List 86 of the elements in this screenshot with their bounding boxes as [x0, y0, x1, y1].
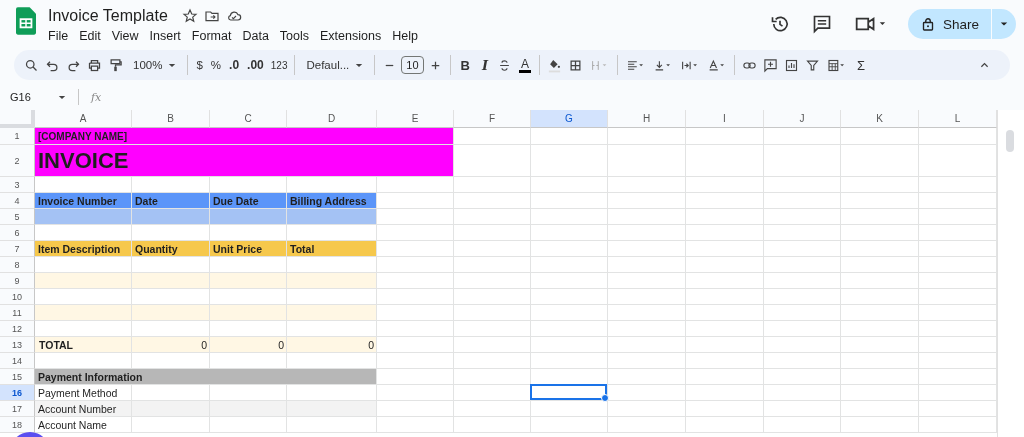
filter-icon[interactable]: [805, 57, 821, 73]
caret-icon: [168, 62, 177, 68]
font-dropdown[interactable]: Defaul...: [300, 59, 370, 71]
font-size-field[interactable]: 10: [401, 56, 424, 74]
company-name: [COMPANY NAME]: [38, 130, 128, 142]
row-header[interactable]: 10: [0, 289, 35, 305]
caret-icon: [355, 62, 364, 68]
menu-item[interactable]: File: [48, 28, 69, 44]
menu-item[interactable]: Edit: [79, 28, 101, 44]
increase-decimal-button[interactable]: .00: [244, 58, 267, 72]
table-cell: Quantity: [132, 241, 210, 257]
star-icon[interactable]: [181, 8, 198, 24]
currency-button[interactable]: $: [193, 59, 206, 71]
row-header[interactable]: 2: [0, 145, 35, 177]
table-cell: Payment Method: [35, 385, 132, 401]
borders-icon[interactable]: [568, 57, 584, 73]
row-header[interactable]: 15: [0, 369, 35, 385]
section-heading: Payment Information: [38, 370, 143, 383]
row-header[interactable]: 4: [0, 193, 35, 209]
menu-item[interactable]: Data: [242, 28, 269, 44]
caret-icon: [58, 94, 66, 100]
column-header[interactable]: I: [686, 110, 764, 128]
menu-item[interactable]: View: [111, 28, 139, 44]
row-header[interactable]: 11: [0, 305, 35, 321]
table-cell: 0: [287, 337, 377, 353]
bold-button[interactable]: B: [455, 57, 475, 73]
percent-button[interactable]: %: [207, 59, 225, 71]
menu-item[interactable]: Extensions: [320, 28, 382, 44]
table-cell: Item Description: [35, 241, 132, 257]
table-cell: Unit Price: [210, 241, 287, 257]
column-header[interactable]: H: [608, 110, 686, 128]
paint-format-icon[interactable]: [108, 57, 123, 73]
insert-comment-icon[interactable]: [763, 57, 779, 73]
fill-color-icon[interactable]: [547, 57, 563, 73]
strikethrough-icon[interactable]: [497, 57, 512, 73]
print-icon[interactable]: [87, 57, 102, 73]
table-cell: 0: [210, 337, 287, 353]
formula-icon: fx: [91, 90, 102, 104]
column-header[interactable]: J: [764, 110, 841, 128]
table-cell: Invoice Number: [35, 193, 132, 209]
invoice-heading: INVOICE: [38, 147, 129, 174]
share-button[interactable]: Share: [907, 9, 1016, 39]
row-header[interactable]: 17: [0, 401, 35, 417]
number-format-button[interactable]: 123: [268, 59, 290, 71]
row-header[interactable]: 1: [0, 128, 35, 145]
table-cell: Billing Address: [287, 193, 377, 209]
search-icon[interactable]: [24, 57, 39, 73]
row-header[interactable]: 16: [0, 385, 35, 401]
selected-cell[interactable]: [531, 385, 608, 401]
row-header[interactable]: 18: [0, 417, 35, 433]
row-header[interactable]: 3: [0, 177, 35, 193]
menu-item[interactable]: Help: [392, 28, 418, 44]
chart-icon[interactable]: [784, 57, 800, 73]
menu-item[interactable]: Insert: [149, 28, 181, 44]
row-header[interactable]: 8: [0, 257, 35, 273]
name-box[interactable]: G16: [10, 91, 72, 103]
functions-button[interactable]: Σ: [851, 57, 872, 73]
decrease-decimal-button[interactable]: .0: [226, 58, 243, 72]
row-header[interactable]: 9: [0, 273, 35, 289]
history-icon[interactable]: [769, 14, 790, 34]
caret-icon[interactable]: [1000, 21, 1008, 27]
lock-icon: [921, 17, 934, 31]
table-cell: Total: [287, 241, 377, 257]
menu-item[interactable]: Format: [191, 28, 232, 44]
row-header[interactable]: 13: [0, 337, 35, 353]
sheets-logo[interactable]: [16, 7, 36, 35]
row-header[interactable]: 14: [0, 353, 35, 369]
text-color-button[interactable]: A: [519, 57, 532, 73]
document-title[interactable]: Invoice Template: [48, 7, 168, 25]
table-cell: TOTAL: [35, 337, 132, 353]
zoom-dropdown[interactable]: 100%: [127, 59, 183, 71]
row-header[interactable]: 12: [0, 321, 35, 337]
italic-button[interactable]: I: [476, 57, 493, 73]
table-cell: Date: [132, 193, 210, 209]
row-header[interactable]: 6: [0, 225, 35, 241]
row-header[interactable]: 7: [0, 241, 35, 257]
menu-item[interactable]: Tools: [279, 28, 310, 44]
table-cell: Due Date: [210, 193, 287, 209]
table-cell: Account Number: [35, 401, 132, 417]
column-header[interactable]: G: [531, 110, 608, 128]
column-header[interactable]: K: [841, 110, 919, 128]
folder-icon[interactable]: [203, 8, 220, 24]
table-cell: 0: [132, 337, 210, 353]
comment-icon[interactable]: [811, 14, 832, 34]
table-cell: Account Name: [35, 417, 132, 433]
row-header[interactable]: 5: [0, 209, 35, 225]
